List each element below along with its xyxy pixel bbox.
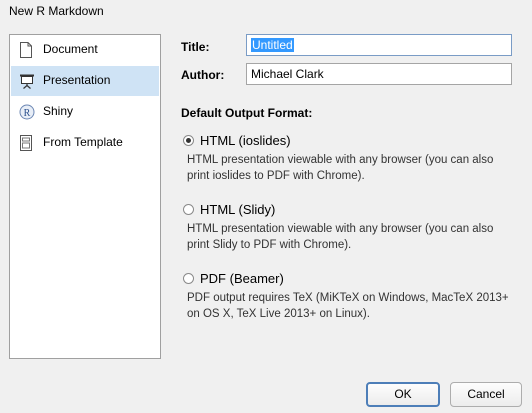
radio-label: HTML (ioslides) <box>200 133 291 148</box>
new-r-markdown-dialog: New R Markdown Document Presentation R S… <box>0 0 532 413</box>
sidebar-item-document[interactable]: Document <box>11 35 159 65</box>
presentation-icon <box>19 73 34 89</box>
sidebar-item-label: Shiny <box>43 104 74 118</box>
output-format-heading: Default Output Format: <box>181 106 313 120</box>
ioslides-description: HTML presentation viewable with any brow… <box>187 154 494 182</box>
title-bar: New R Markdown <box>0 0 532 24</box>
ok-button[interactable]: OK <box>366 382 440 407</box>
sidebar-item-presentation[interactable]: Presentation <box>11 66 159 96</box>
radio-label: PDF (Beamer) <box>200 271 284 286</box>
svg-text:R: R <box>24 108 31 119</box>
author-label: Author: <box>181 68 225 82</box>
title-input[interactable]: Untitled <box>246 34 512 56</box>
radio-button[interactable] <box>183 135 194 146</box>
radio-label: HTML (Slidy) <box>200 202 276 217</box>
template-icon <box>19 135 33 151</box>
sidebar-item-label: From Template <box>43 135 123 149</box>
shiny-r-icon: R <box>19 104 35 120</box>
title-input-value: Untitled <box>251 38 294 52</box>
radio-button[interactable] <box>183 273 194 284</box>
template-type-list: Document Presentation R Shiny From Templ… <box>9 34 161 359</box>
sidebar-item-shiny[interactable]: R Shiny <box>11 97 159 127</box>
radio-button[interactable] <box>183 204 194 215</box>
slidy-description: HTML presentation viewable with any brow… <box>187 223 494 251</box>
sidebar-item-label: Document <box>43 42 98 56</box>
title-label: Title: <box>181 40 210 54</box>
author-input[interactable] <box>246 63 512 85</box>
sidebar-item-from-template[interactable]: From Template <box>11 128 159 158</box>
cancel-button[interactable]: Cancel <box>450 382 522 407</box>
sidebar-item-label: Presentation <box>43 73 111 87</box>
document-icon <box>19 42 33 58</box>
beamer-description: PDF output requires TeX (MiKTeX on Windo… <box>187 292 509 320</box>
window-title: New R Markdown <box>9 4 104 18</box>
